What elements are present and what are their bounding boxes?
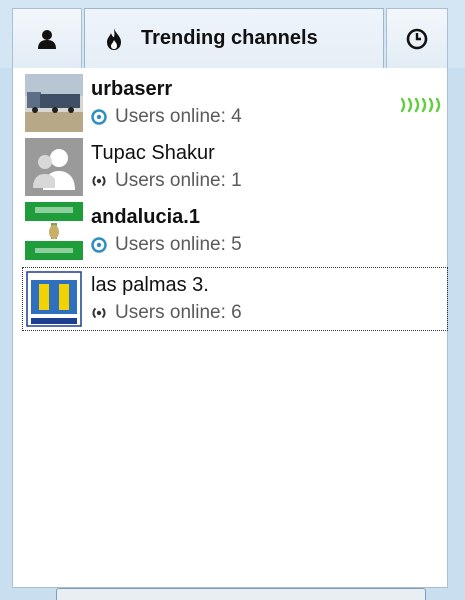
channel-name: Tupac Shakur: [91, 142, 215, 164]
live-signal-icon: [400, 97, 441, 113]
channel-row-andalucia[interactable]: andalucia.1 Users online: 5: [23, 200, 447, 262]
channel-row-urbaserr[interactable]: urbaserr Users online: 4: [23, 72, 447, 134]
channel-status: Users online: 1: [91, 170, 242, 192]
channel-status: Users online: 5: [91, 234, 242, 256]
tab-user[interactable]: [12, 8, 82, 68]
channel-thumbnail: [25, 202, 83, 260]
clock-icon: [406, 28, 428, 49]
channel-name: urbaserr: [91, 78, 173, 100]
target-icon: [91, 237, 107, 253]
user-icon: [38, 29, 56, 49]
users-online-text: Users online: 1: [115, 170, 242, 191]
users-online-text: Users online: 5: [115, 234, 242, 255]
flame-icon: [107, 27, 121, 50]
channel-thumbnail: [25, 74, 83, 132]
target-icon: [91, 109, 107, 125]
tab-trending-channels[interactable]: Trending channels: [84, 8, 384, 68]
channel-name: las palmas 3.: [91, 274, 209, 296]
users-online-text: Users online: 4: [115, 106, 242, 127]
channel-status: Users online: 4: [91, 106, 242, 128]
users-online-text: Users online: 6: [115, 302, 242, 323]
channel-thumbnail: [25, 270, 83, 328]
bottom-control-bar[interactable]: [56, 588, 426, 600]
channel-name: andalucia.1: [91, 206, 200, 228]
tab-history[interactable]: [386, 8, 448, 68]
channel-status: Users online: 6: [91, 302, 242, 324]
channel-row-las-palmas[interactable]: las palmas 3. Users online: 6: [22, 267, 448, 331]
channel-row-tupac-shakur[interactable]: Tupac Shakur Users online: 1: [23, 136, 447, 198]
tab-trending-label: Trending channels: [141, 27, 318, 49]
broadcast-icon: [92, 307, 106, 319]
channel-thumbnail: [25, 138, 83, 196]
tab-bar: Trending channels: [0, 0, 465, 68]
channel-list[interactable]: urbaserr Users online: 4 Tupac Shakur Us…: [12, 68, 448, 588]
broadcast-icon: [92, 175, 106, 187]
